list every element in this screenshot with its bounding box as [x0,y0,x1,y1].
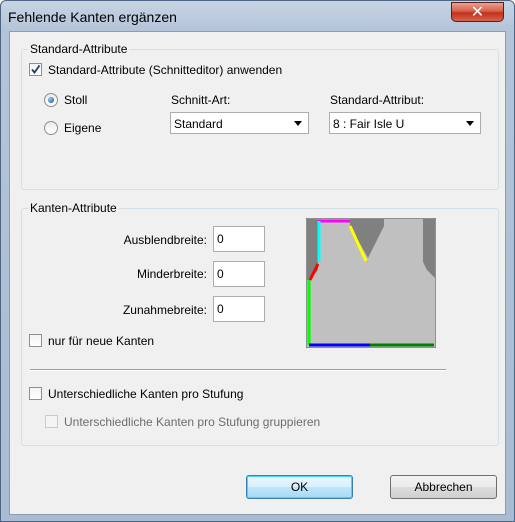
close-button[interactable]: ✕ [451,2,504,22]
radio-stoll-label[interactable]: Stoll [64,93,87,107]
schnitt-art-dropdown[interactable]: Standard [170,112,309,134]
gruppieren-label: Unterschiedliche Kanten pro Stufung grup… [64,415,321,429]
standard-attribut-value: 8 : Fair Isle U [333,117,405,131]
title-bar[interactable]: Fehlende Kanten ergänzen ✕ [1,1,514,31]
radio-eigene-label[interactable]: Eigene [64,121,101,135]
ausblendbreite-input[interactable]: 0 [213,226,265,252]
dropdown-arrow-icon [294,121,302,126]
minderbreite-label: Minderbreite: [136,267,207,281]
apply-standard-label[interactable]: Standard-Attribute (Schnitteditor) anwen… [48,63,282,77]
apply-standard-checkbox[interactable] [29,63,42,76]
cancel-button[interactable]: Abbrechen [390,475,497,499]
radio-eigene[interactable] [44,121,58,135]
minderbreite-input[interactable]: 0 [213,261,265,287]
close-icon: ✕ [470,2,485,21]
ausblendbreite-label: Ausblendbreite: [123,233,207,247]
gruppieren-checkbox[interactable] [45,415,58,428]
separator-line [30,369,446,371]
radio-stoll[interactable] [44,93,58,107]
schnitt-art-value: Standard [174,117,223,131]
radio-selected-dot [48,97,54,103]
standard-attribute-legend: Standard-Attribute [28,42,130,56]
zunahmebreite-input[interactable]: 0 [213,296,265,322]
schnitt-art-label: Schnitt-Art: [171,93,231,107]
ausblendbreite-value: 0 [217,232,224,246]
checkmark-icon [31,64,41,74]
zunahmebreite-value: 0 [217,302,224,316]
pro-stufung-label[interactable]: Unterschiedliche Kanten pro Stufung [48,387,243,401]
nur-neue-kanten-checkbox[interactable] [29,334,42,347]
ok-button[interactable]: OK [246,475,353,499]
edge-preview-image [306,218,436,348]
window-title: Fehlende Kanten ergänzen [8,9,177,25]
nur-neue-kanten-label[interactable]: nur für neue Kanten [48,334,154,348]
dialog-window: Fehlende Kanten ergänzen ✕ Standard-Attr… [0,0,515,522]
pro-stufung-checkbox[interactable] [29,387,42,400]
zunahmebreite-label: Zunahmebreite: [122,303,207,317]
minderbreite-value: 0 [217,267,224,281]
dialog-client: Standard-Attribute Standard-Attribute (S… [9,31,506,515]
standard-attribut-dropdown[interactable]: 8 : Fair Isle U [329,112,481,134]
kanten-attribute-legend: Kanten-Attribute [28,201,119,215]
standard-attribut-label: Standard-Attribut: [330,93,425,107]
dropdown-arrow-icon [466,121,474,126]
